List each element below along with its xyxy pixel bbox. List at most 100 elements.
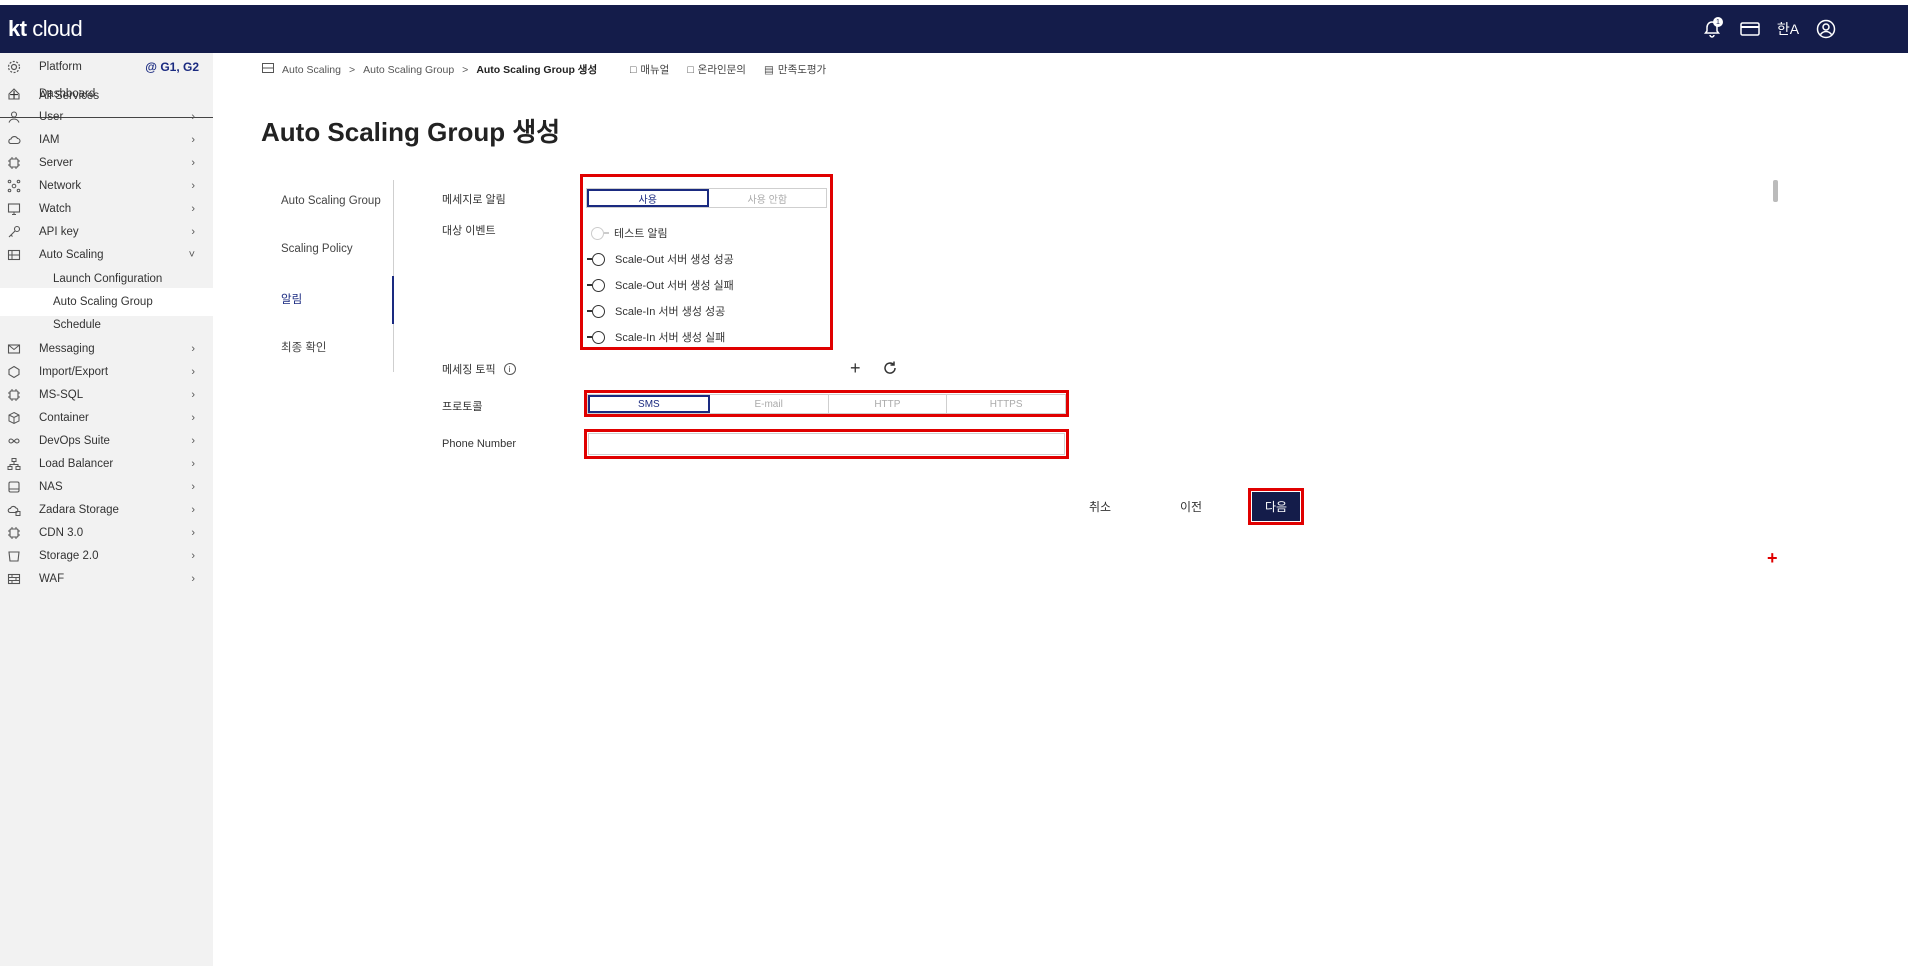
- event-option[interactable]: Scale-In 서버 생성 성공: [587, 303, 725, 319]
- firewall-icon: [7, 572, 21, 586]
- manual-link[interactable]: □ 매뉴얼: [630, 62, 669, 77]
- chevron-right-icon: ›: [191, 180, 195, 192]
- notification-badge: 1: [1713, 17, 1723, 27]
- card-icon[interactable]: [1738, 17, 1762, 41]
- chevron-right-icon: ›: [191, 573, 195, 585]
- target-event-label: 대상 이벤트: [442, 225, 496, 237]
- protocol-email[interactable]: E-mail: [710, 395, 829, 413]
- sidebar-item-label: Server: [39, 157, 73, 169]
- key-icon: [7, 225, 21, 239]
- infinity-icon: [7, 434, 21, 448]
- chevron-right-icon: ›: [191, 389, 195, 401]
- event-option[interactable]: Scale-Out 서버 생성 성공: [587, 251, 734, 267]
- radio-icon: [592, 330, 605, 344]
- book-icon: □: [630, 63, 637, 76]
- chevron-right-icon: ›: [191, 203, 195, 215]
- breadcrumb-item[interactable]: Auto Scaling Group: [363, 64, 454, 76]
- chevron-right-icon: ›: [191, 550, 195, 562]
- step-auto-scaling-group[interactable]: Auto Scaling Group: [281, 195, 381, 207]
- sidebar-item-waf[interactable]: WAF ›: [0, 565, 213, 593]
- kt-cloud-logo[interactable]: kt cloud: [8, 16, 83, 42]
- radio-icon: [592, 278, 605, 292]
- wizard-steps: Auto Scaling Group Scaling Policy 알림 최종 …: [272, 180, 394, 372]
- box-icon: [7, 411, 21, 425]
- top-bar: kt cloud 1 한A: [0, 5, 1908, 53]
- chevron-right-icon: ›: [191, 366, 195, 378]
- gear-icon: [7, 60, 21, 74]
- chevron-right-icon: ›: [191, 343, 195, 355]
- bell-icon[interactable]: 1: [1700, 17, 1724, 41]
- sidebar-item-label: NAS: [39, 481, 63, 493]
- radio-icon: [591, 226, 604, 240]
- step-notification[interactable]: 알림: [281, 291, 302, 307]
- step-scaling-policy[interactable]: Scaling Policy: [281, 243, 353, 255]
- home-icon: [7, 87, 21, 101]
- topic-label: 메세징 토픽 i: [442, 361, 516, 377]
- survey-link[interactable]: ▤ 만족도평가: [764, 62, 826, 77]
- sidebar-item-label: Auto Scaling: [39, 249, 104, 261]
- platform-badge[interactable]: @ G1, G2: [145, 60, 199, 74]
- radio-icon: [592, 304, 605, 318]
- chevron-right-icon: ›: [191, 412, 195, 424]
- language-icon[interactable]: 한A: [1776, 17, 1800, 41]
- step-final-confirm[interactable]: 최종 확인: [281, 339, 327, 355]
- sidebar-item-label: IAM: [39, 134, 60, 146]
- protocol-sms[interactable]: SMS: [588, 395, 710, 413]
- chip-icon: [7, 388, 21, 402]
- radio-icon: [592, 252, 605, 266]
- mail-icon: [7, 342, 21, 356]
- protocol-http[interactable]: HTTP: [829, 395, 948, 413]
- breadcrumb-icon: [262, 63, 274, 76]
- protocol-selector: SMS E-mail HTTP HTTPS: [587, 394, 1066, 414]
- sidebar-item-label: User: [39, 111, 64, 123]
- sidebar-item-label: MS-SQL: [39, 389, 84, 401]
- sidebar-item-label: DevOps Suite: [39, 435, 110, 447]
- refresh-icon[interactable]: [882, 360, 898, 381]
- sidebar-item-label: Storage 2.0: [39, 550, 99, 562]
- breadcrumb: Auto Scaling > Auto Scaling Group > Auto…: [262, 62, 597, 77]
- add-topic-icon[interactable]: +: [850, 358, 861, 379]
- sidebar-item-label: Container: [39, 412, 89, 424]
- scaling-icon: [7, 248, 21, 262]
- sidebar-platform[interactable]: Platform @ G1, G2: [0, 53, 213, 81]
- message-alert-label: 메세지로 알림: [442, 194, 506, 206]
- question-icon: □: [687, 63, 694, 76]
- breadcrumb-current: Auto Scaling Group 생성: [476, 64, 598, 76]
- steps-active-indicator: [392, 276, 394, 324]
- event-option[interactable]: Scale-In 서버 생성 실패: [587, 329, 725, 345]
- phone-number-input[interactable]: [588, 433, 1065, 455]
- sidebar-item-label: Network: [39, 180, 82, 192]
- chevron-right-icon: ›: [191, 504, 195, 516]
- network-icon: [7, 179, 21, 193]
- chevron-right-icon: ›: [191, 157, 195, 169]
- cancel-button[interactable]: 취소: [1089, 498, 1111, 515]
- radio-stub: [604, 232, 609, 234]
- phone-number-label: Phone Number: [442, 438, 516, 450]
- chevron-right-icon: ›: [191, 134, 195, 146]
- sidebar-item-label: Import/Export: [39, 366, 109, 378]
- alert-toggle: 사용 사용 안함: [586, 188, 827, 208]
- sidebar-item-label: Zadara Storage: [39, 504, 119, 516]
- top-icons: 1 한A: [1700, 5, 1838, 53]
- user-icon[interactable]: [1814, 17, 1838, 41]
- chevron-right-icon: ›: [191, 458, 195, 470]
- alert-option-use[interactable]: 사용: [587, 189, 709, 207]
- info-icon[interactable]: i: [503, 363, 516, 375]
- breadcrumb-item[interactable]: Auto Scaling: [282, 64, 341, 76]
- inquiry-link[interactable]: □ 온라인문의: [687, 62, 746, 77]
- event-option[interactable]: 테스트 알림: [587, 225, 668, 241]
- next-button[interactable]: 다음: [1252, 492, 1300, 521]
- alert-option-no-use[interactable]: 사용 안함: [709, 189, 827, 207]
- prev-button[interactable]: 이전: [1180, 498, 1202, 515]
- chevron-right-icon: ›: [191, 226, 195, 238]
- scrollbar-thumb[interactable]: [1773, 180, 1778, 202]
- disk-icon: [7, 480, 21, 494]
- platform-label: Platform: [39, 61, 82, 73]
- protocol-https[interactable]: HTTPS: [947, 395, 1065, 413]
- breadcrumb-separator: >: [462, 63, 469, 76]
- user-icon: [7, 110, 21, 124]
- sidebar-item-label: WAF: [39, 573, 65, 585]
- red-plus-icon: +: [1767, 548, 1778, 568]
- bucket-icon: [7, 549, 21, 563]
- event-option[interactable]: Scale-Out 서버 생성 실패: [587, 277, 734, 293]
